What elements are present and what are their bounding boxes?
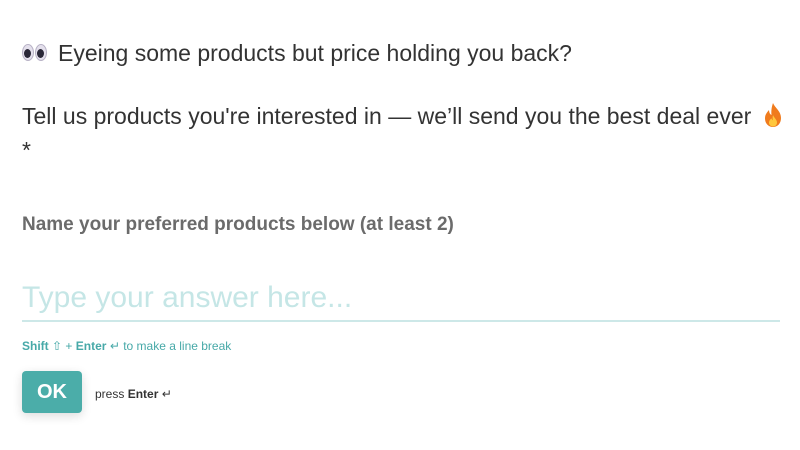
intro-text: Eyeing some products but price holding y… — [58, 40, 572, 66]
plus-sign: + — [65, 339, 73, 353]
shift-key-label: Shift — [22, 339, 49, 353]
right-eye-shape — [35, 44, 47, 61]
required-asterisk: * — [22, 137, 31, 163]
press-enter-key-label: Enter — [127, 387, 159, 401]
ok-button[interactable]: OK — [22, 371, 82, 413]
return-key-icon: ↵ — [161, 387, 172, 401]
eyes-emoji-icon — [22, 42, 48, 64]
press-enter-hint: press Enter ↵ — [95, 387, 172, 401]
question-text: Tell us products you're interested in — … — [22, 103, 752, 129]
question-description: Name your preferred products below (at l… — [22, 214, 454, 235]
typeform-question-page: Eyeing some products but price holding y… — [0, 0, 800, 450]
question-title: Tell us products you're interested in — … — [22, 99, 792, 167]
line-break-hint: Shift ⇧ + Enter ↵ to make a line break — [22, 339, 231, 353]
left-eye-shape — [22, 44, 34, 61]
shift-key-icon: ⇧ — [52, 339, 63, 353]
answer-input[interactable] — [22, 276, 780, 322]
enter-key-icon: ↵ — [109, 339, 120, 353]
press-enter-prefix: press — [95, 387, 125, 401]
fire-emoji-icon — [763, 102, 783, 128]
intro-statement: Eyeing some products but price holding y… — [22, 34, 782, 72]
enter-key-label: Enter — [75, 339, 107, 353]
hint-suffix-text: to make a line break — [123, 339, 232, 353]
